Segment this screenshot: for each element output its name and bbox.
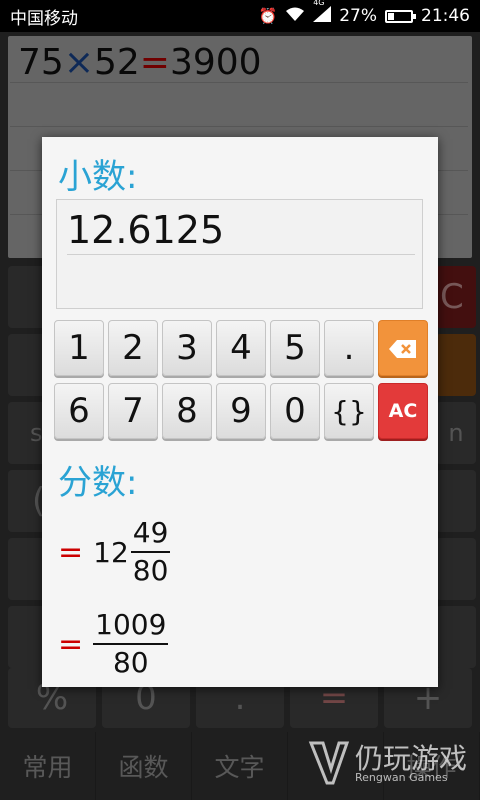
backspace-icon bbox=[388, 328, 418, 368]
key-2[interactable]: 2 bbox=[108, 320, 158, 376]
key-4[interactable]: 4 bbox=[216, 320, 266, 376]
battery-icon bbox=[385, 9, 416, 23]
mixed-numerator: 49 bbox=[130, 515, 171, 553]
mixed-fraction-result: = 12 49 80 bbox=[58, 515, 171, 589]
key-3[interactable]: 3 bbox=[162, 320, 212, 376]
key-7[interactable]: 7 bbox=[108, 383, 158, 439]
improper-numerator: 1009 bbox=[93, 607, 169, 645]
mixed-denominator: 80 bbox=[132, 554, 169, 587]
status-icons: ⏰ 4G 27% 21:46 bbox=[258, 0, 470, 26]
key-dot[interactable]: . bbox=[324, 320, 374, 376]
network-type-label: 4G bbox=[313, 0, 325, 7]
watermark-logo-icon bbox=[307, 739, 351, 789]
key-1[interactable]: 1 bbox=[54, 320, 104, 376]
key-6[interactable]: 6 bbox=[54, 383, 104, 439]
fraction-converter-dialog: 小数: 12.6125 1 2 3 4 5 . 6 7 8 9 0 {} AC … bbox=[42, 137, 438, 687]
key-braces[interactable]: {} bbox=[324, 383, 374, 439]
improper-equals: = bbox=[58, 626, 84, 662]
improper-fraction: 1009 80 bbox=[93, 607, 169, 681]
decimal-title: 小数: bbox=[58, 157, 138, 197]
mixed-whole: 12 bbox=[93, 535, 129, 569]
all-clear-button[interactable]: AC bbox=[378, 383, 428, 439]
key-8[interactable]: 8 bbox=[162, 383, 212, 439]
key-5[interactable]: 5 bbox=[270, 320, 320, 376]
signal-icon: 4G bbox=[313, 0, 332, 26]
watermark-subtitle: Rengwan Games bbox=[355, 771, 448, 784]
backspace-button[interactable] bbox=[378, 320, 428, 376]
alarm-icon: ⏰ bbox=[258, 7, 278, 25]
battery-level bbox=[388, 12, 395, 20]
watermark: 仍玩游戏 Rengwan Games bbox=[305, 735, 475, 795]
key-9[interactable]: 9 bbox=[216, 383, 266, 439]
carrier-label: 中国移动 bbox=[10, 8, 78, 29]
mixed-fraction: 49 80 bbox=[130, 515, 171, 589]
improper-denominator: 80 bbox=[112, 646, 149, 679]
decimal-value: 12.6125 bbox=[67, 208, 225, 252]
clock: 21:46 bbox=[421, 6, 470, 26]
mixed-equals: = bbox=[58, 534, 84, 570]
improper-fraction-result: = 1009 80 bbox=[58, 607, 169, 681]
input-underline bbox=[67, 254, 415, 255]
status-bar: 中国移动 ⏰ 4G 27% 21:46 bbox=[0, 0, 480, 32]
decimal-input[interactable]: 12.6125 bbox=[56, 199, 423, 309]
battery-percent: 27% bbox=[339, 6, 377, 26]
wifi-icon bbox=[285, 6, 305, 26]
key-0[interactable]: 0 bbox=[270, 383, 320, 439]
fraction-title: 分数: bbox=[58, 463, 138, 503]
